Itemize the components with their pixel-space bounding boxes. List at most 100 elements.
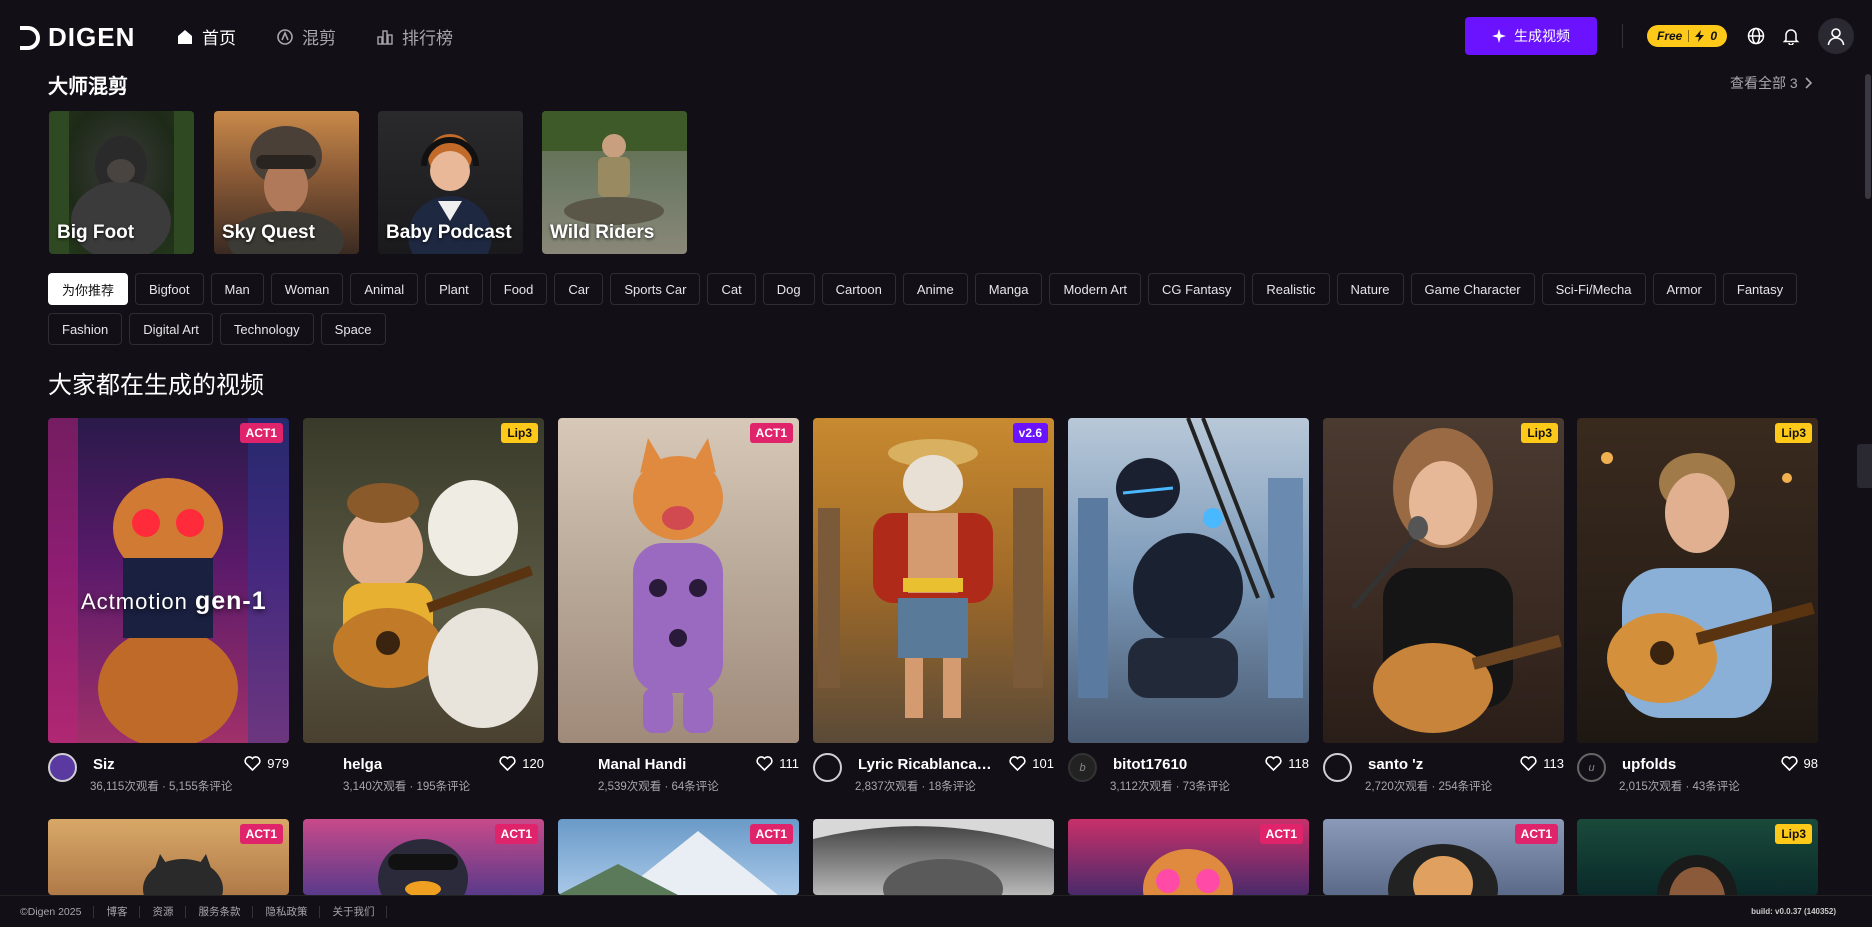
tag-fashion[interactable]: Fashion xyxy=(48,313,123,345)
video-thumbnail[interactable]: ACT1 xyxy=(48,819,289,895)
video-thumbnail[interactable]: Lip3 xyxy=(303,418,544,743)
user-name[interactable]: upfolds xyxy=(1622,756,1676,773)
master-card-babypodcast[interactable]: Baby Podcast xyxy=(378,111,523,254)
video-card[interactable]: ACT1 xyxy=(48,819,289,895)
video-card[interactable]: Lip3 xyxy=(1577,819,1818,895)
tag-armor[interactable]: Armor xyxy=(1652,273,1716,305)
user-avatar[interactable] xyxy=(813,753,842,782)
tag-plant[interactable]: Plant xyxy=(425,273,483,305)
video-card[interactable]: Lip3 santo 'z 2,720次观看 · 254条评论 113 xyxy=(1323,418,1564,801)
master-card-label: Wild Riders xyxy=(550,222,655,243)
tag-animal[interactable]: Animal xyxy=(350,273,419,305)
video-card[interactable]: ACT1 Manal Handi 2,539次观看 · 64条评论 111 xyxy=(558,418,799,801)
video-thumbnail[interactable]: Lip3 xyxy=(1577,418,1818,743)
logo[interactable]: DIGEN xyxy=(20,22,135,53)
user-avatar[interactable] xyxy=(1323,753,1352,782)
master-card-bigfoot[interactable]: Big Foot xyxy=(49,111,194,254)
video-thumbnail[interactable] xyxy=(813,819,1054,895)
like-button[interactable]: 118 xyxy=(1265,756,1309,771)
tag-sports-car[interactable]: Sports Car xyxy=(610,273,701,305)
tag-technology[interactable]: Technology xyxy=(219,313,314,345)
video-thumbnail[interactable]: ACT1 xyxy=(558,819,799,895)
like-button[interactable]: 101 xyxy=(1009,756,1054,771)
nav-home[interactable]: 首页 xyxy=(176,24,236,49)
footer-blog-link[interactable]: 博客 xyxy=(94,905,141,918)
nav-remix[interactable]: 混剪 xyxy=(276,24,336,49)
video-card[interactable]: ACT1 xyxy=(303,819,544,895)
tag-space[interactable]: Space xyxy=(320,313,386,345)
tag-nature[interactable]: Nature xyxy=(1336,273,1404,305)
user-avatar-button[interactable] xyxy=(1818,18,1854,54)
user-avatar[interactable]: b xyxy=(1068,753,1097,782)
tag-woman[interactable]: Woman xyxy=(270,273,344,305)
footer-about-link[interactable]: 关于我们 xyxy=(320,905,388,918)
video-thumbnail[interactable]: v2.6 xyxy=(813,418,1054,743)
generate-video-button[interactable]: 生成视频 xyxy=(1465,17,1597,55)
tag-modern-art[interactable]: Modern Art xyxy=(1049,273,1142,305)
master-card-skyquest[interactable]: Sky Quest xyxy=(214,111,359,254)
like-button[interactable]: 111 xyxy=(756,756,799,771)
video-card[interactable]: b bitot17610 3,112次观看 · 73条评论 118 xyxy=(1068,418,1309,801)
user-name[interactable]: Lyric Ricablanca ... xyxy=(858,756,993,773)
overlay-text-b: gen-1 xyxy=(194,587,267,615)
free-plan-badge[interactable]: Free 0 xyxy=(1647,25,1728,47)
like-button[interactable]: 979 xyxy=(244,756,289,771)
user-avatar[interactable]: u xyxy=(1577,753,1606,782)
video-stats: 3,112次观看 · 73条评论 xyxy=(1110,781,1230,793)
video-card[interactable]: ACT1 xyxy=(558,819,799,895)
tag-digital-art[interactable]: Digital Art xyxy=(129,313,213,345)
tag-realistic[interactable]: Realistic xyxy=(1252,273,1330,305)
video-thumbnail[interactable]: ACT1 xyxy=(558,418,799,743)
video-card[interactable]: Actmotion gen-1 ACT1 Siz 36,115次观看 · 5,1… xyxy=(48,418,289,801)
like-button[interactable]: 98 xyxy=(1780,756,1818,771)
notification-bell-icon[interactable] xyxy=(1779,24,1803,48)
view-all-link[interactable]: 查看全部 3 xyxy=(1730,73,1812,93)
tag-cartoon[interactable]: Cartoon xyxy=(821,273,896,305)
tag-cg-fantasy[interactable]: CG Fantasy xyxy=(1148,273,1246,305)
video-card[interactable]: v2.6 Lyric Ricablanca ... 2,837次观看 · 18条… xyxy=(813,418,1054,801)
video-card[interactable] xyxy=(813,819,1054,895)
tag-cat[interactable]: Cat xyxy=(707,273,756,305)
user-name[interactable]: helga xyxy=(343,756,382,773)
language-globe-icon[interactable] xyxy=(1744,24,1768,48)
tag-bigfoot[interactable]: Bigfoot xyxy=(135,273,204,305)
video-card[interactable]: Lip3 helga 3,140次观看 · 195条评论 120 xyxy=(303,418,544,801)
user-name[interactable]: Manal Handi xyxy=(598,756,686,773)
side-feedback-tab[interactable] xyxy=(1857,444,1872,488)
video-thumbnail[interactable]: ACT1 xyxy=(1323,819,1564,895)
footer-privacy-link[interactable]: 隐私政策 xyxy=(253,905,321,918)
like-button[interactable]: 120 xyxy=(499,756,544,771)
video-card[interactable]: Lip3 u upfolds 2,015次观看 · 43条评论 98 xyxy=(1577,418,1818,801)
user-name[interactable]: santo 'z xyxy=(1368,756,1423,773)
tag-scifi-mecha[interactable]: Sci-Fi/Mecha xyxy=(1541,273,1646,305)
tag-dog[interactable]: Dog xyxy=(762,273,815,305)
video-thumbnail[interactable]: Actmotion gen-1 ACT1 xyxy=(48,418,289,743)
tag-car[interactable]: Car xyxy=(554,273,604,305)
user-name[interactable]: bitot17610 xyxy=(1113,756,1187,773)
scrollbar-thumb[interactable] xyxy=(1865,74,1871,199)
video-thumbnail[interactable]: ACT1 xyxy=(1068,819,1309,895)
video-thumbnail[interactable] xyxy=(1068,418,1309,743)
video-thumbnail[interactable]: Lip3 xyxy=(1323,418,1564,743)
user-name[interactable]: Siz xyxy=(93,756,115,773)
model-badge: ACT1 xyxy=(494,824,538,844)
video-thumbnail[interactable]: ACT1 xyxy=(303,819,544,895)
cat-sunglasses-image xyxy=(48,418,289,743)
tag-anime[interactable]: Anime xyxy=(902,273,968,305)
like-button[interactable]: 113 xyxy=(1520,756,1564,771)
footer-resources-link[interactable]: 资源 xyxy=(140,905,187,918)
tag-manga[interactable]: Manga xyxy=(974,273,1043,305)
video-card[interactable]: ACT1 xyxy=(1068,819,1309,895)
tag-man[interactable]: Man xyxy=(210,273,264,305)
tag-fantasy[interactable]: Fantasy xyxy=(1722,273,1798,305)
heart-icon xyxy=(499,756,516,771)
tag-recommended[interactable]: 为你推荐 xyxy=(48,273,129,305)
footer-terms-link[interactable]: 服务条款 xyxy=(186,905,254,918)
tag-game-character[interactable]: Game Character xyxy=(1410,273,1535,305)
user-avatar[interactable] xyxy=(48,753,77,782)
nav-ranking[interactable]: 排行榜 xyxy=(376,24,453,49)
video-thumbnail[interactable]: Lip3 xyxy=(1577,819,1818,895)
master-card-wildriders[interactable]: Wild Riders xyxy=(542,111,687,254)
tag-food[interactable]: Food xyxy=(489,273,548,305)
video-card[interactable]: ACT1 xyxy=(1323,819,1564,895)
